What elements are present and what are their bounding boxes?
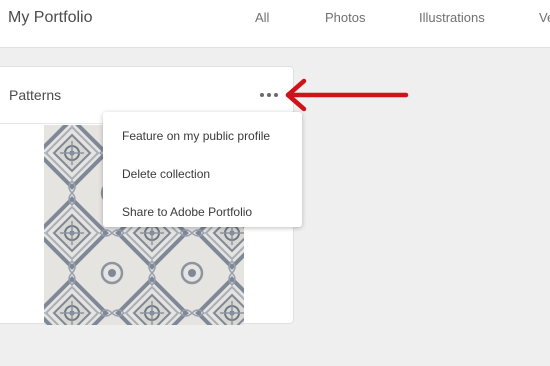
more-options-icon[interactable] <box>255 85 283 105</box>
tab-vectors[interactable]: Ve <box>539 10 550 26</box>
dot <box>260 93 264 97</box>
menu-item-share-portfolio[interactable]: Share to Adobe Portfolio <box>103 193 302 231</box>
arrow-left-icon <box>285 78 409 112</box>
menu-item-feature-profile[interactable]: Feature on my public profile <box>103 117 302 155</box>
dot <box>274 93 278 97</box>
tab-illustrations[interactable]: Illustrations <box>419 10 485 26</box>
menu-item-delete-collection[interactable]: Delete collection <box>103 155 302 193</box>
page-title: My Portfolio <box>8 9 93 26</box>
collection-title: Patterns <box>9 87 62 103</box>
tab-photos[interactable]: Photos <box>325 10 365 26</box>
collection-context-menu: Feature on my public profile Delete coll… <box>103 112 302 227</box>
top-bar: My Portfolio All Photos Illustrations Ve <box>0 0 550 48</box>
dot <box>267 93 271 97</box>
tab-all[interactable]: All <box>255 10 269 26</box>
